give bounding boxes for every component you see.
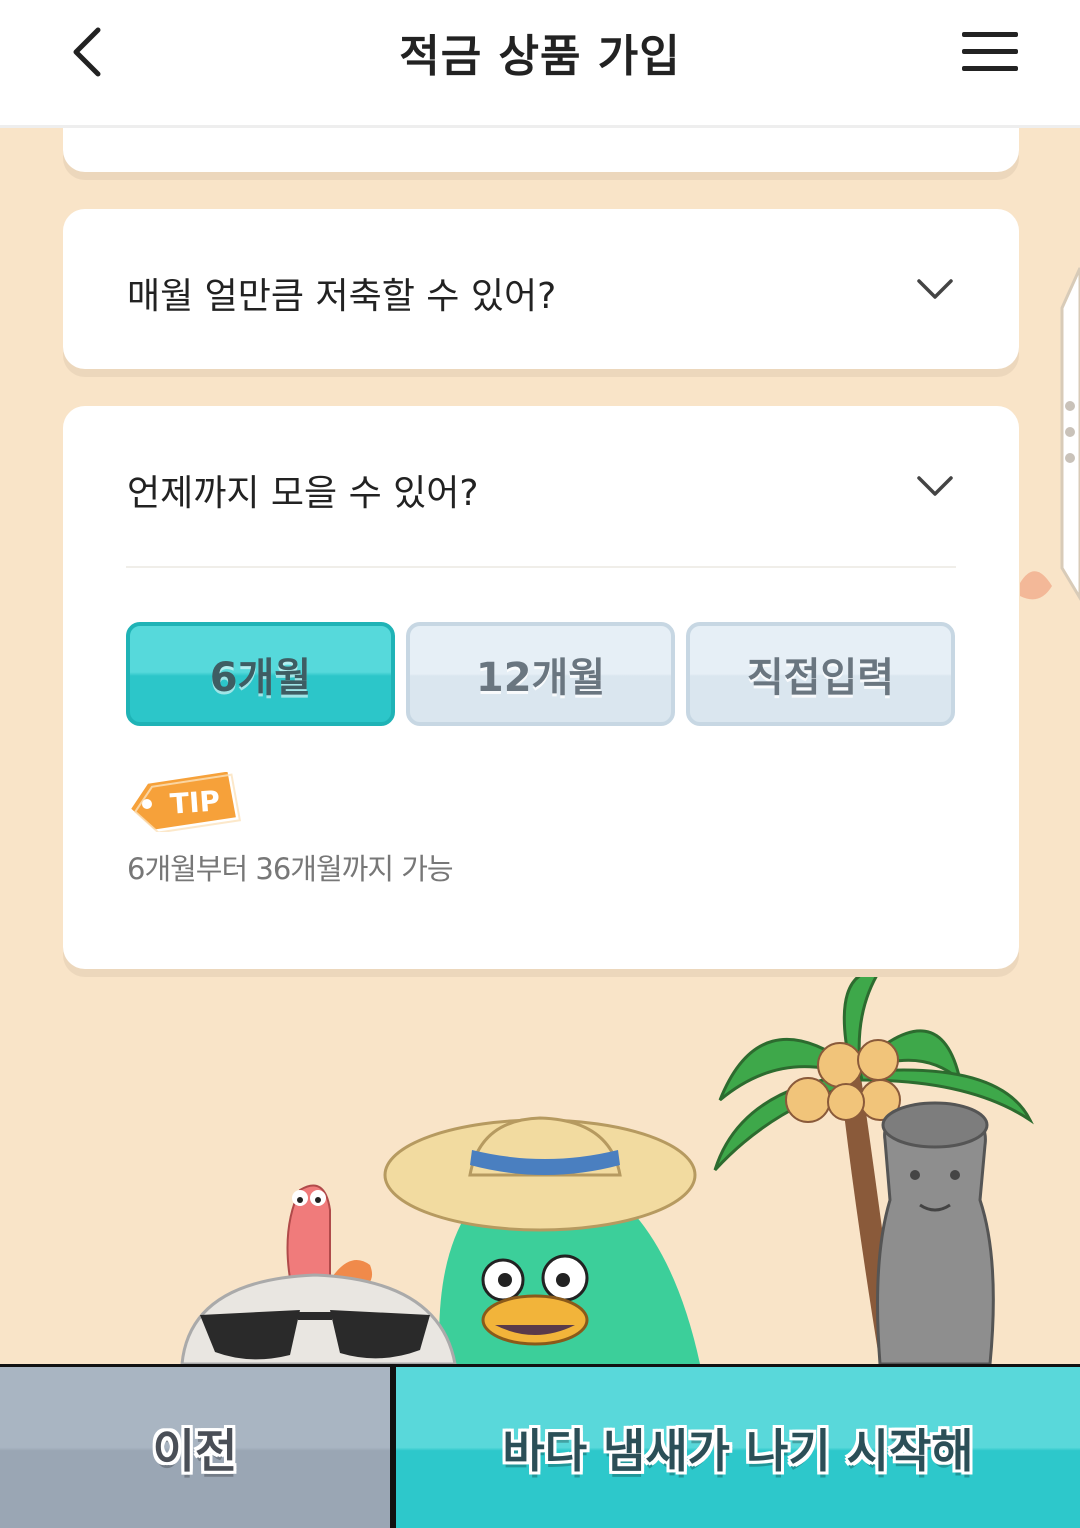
previous-button[interactable]: 이전 (0, 1367, 390, 1528)
divider (126, 566, 956, 568)
savings-period-card: 언제까지 모을 수 있어? 6개월 12개월 직접입력 TIP 6개월부터 36… (63, 406, 1019, 969)
characters-illustration (180, 968, 1034, 1366)
app-header: 적금 상품 가입 (0, 0, 1080, 128)
savings-period-question[interactable]: 언제까지 모을 수 있어? (127, 464, 479, 516)
tip-tag-icon: TIP (131, 772, 241, 832)
hamburger-menu-icon (962, 32, 1018, 37)
menu-button[interactable] (958, 26, 1022, 78)
monthly-amount-card[interactable]: 매월 얼만큼 저축할 수 있어? (63, 209, 1019, 369)
option-custom-input[interactable]: 직접입력 (686, 622, 955, 726)
bottom-button-bar: 이전 바다 냄새가 나기 시작해 (0, 1364, 1080, 1528)
monthly-amount-question: 매월 얼만큼 저축할 수 있어? (127, 276, 557, 317)
chevron-up-down-icon[interactable] (915, 474, 955, 498)
next-button-label: 바다 냄새가 나기 시작해 (502, 1423, 974, 1478)
page-title: 적금 상품 가입 (399, 31, 681, 82)
chevron-down-icon (917, 279, 953, 299)
previous-button-label: 이전 (152, 1423, 238, 1478)
tip-description: 6개월부터 36개월까지 가능 (127, 852, 454, 886)
next-button[interactable]: 바다 냄새가 나기 시작해 (396, 1367, 1080, 1528)
option-12-months[interactable]: 12개월 (406, 622, 675, 726)
option-6-months[interactable]: 6개월 (126, 622, 395, 726)
svg-text:TIP: TIP (169, 784, 221, 820)
